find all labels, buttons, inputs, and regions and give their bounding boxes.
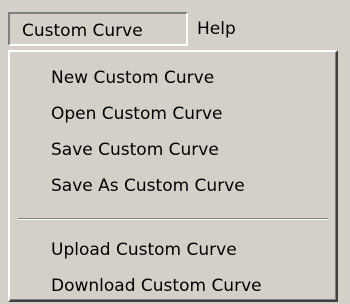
menu-item-upload-custom-curve[interactable]: Upload Custom Curve	[10, 232, 336, 268]
menu-custom-curve[interactable]: Custom Curve	[8, 12, 188, 46]
menu-help[interactable]: Help	[197, 12, 257, 46]
menu-item-download-custom-curve[interactable]: Download Custom Curve	[10, 268, 336, 304]
menu-item-save-as-custom-curve[interactable]: Save As Custom Curve	[10, 168, 336, 204]
menu-item-open-custom-curve[interactable]: Open Custom Curve	[10, 96, 336, 132]
menu-separator	[18, 218, 328, 220]
custom-curve-dropdown: New Custom Curve Open Custom Curve Save …	[8, 50, 338, 302]
menu-bar: Custom Curve Help	[0, 0, 350, 48]
menu-item-new-custom-curve[interactable]: New Custom Curve	[10, 60, 336, 96]
menu-item-save-custom-curve[interactable]: Save Custom Curve	[10, 132, 336, 168]
